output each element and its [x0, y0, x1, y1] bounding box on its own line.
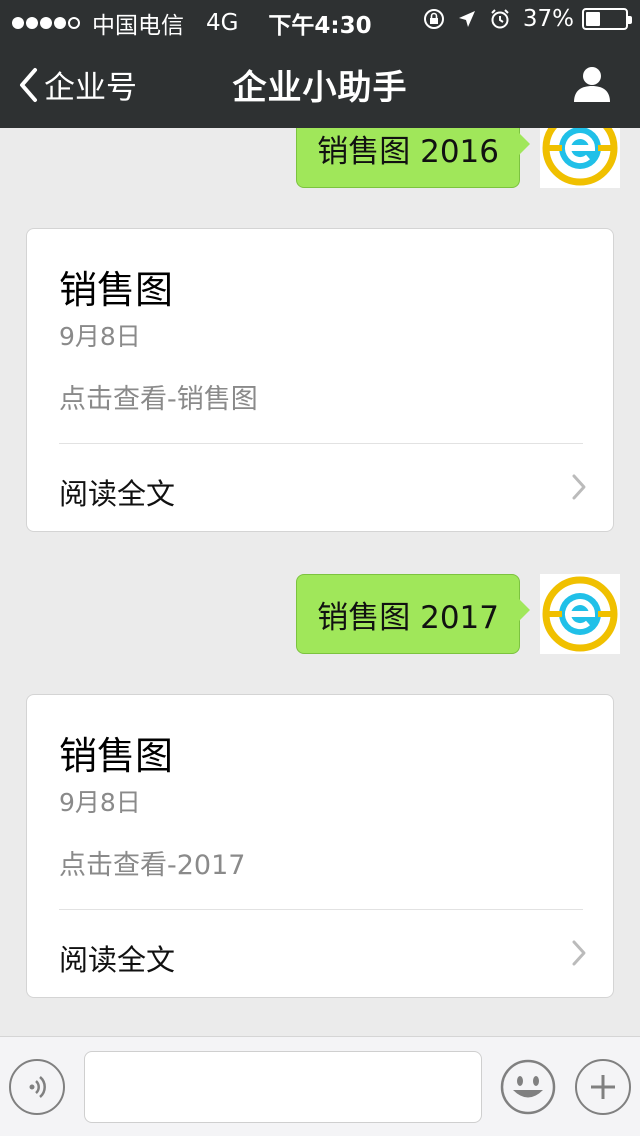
input-bar [0, 1036, 640, 1136]
outgoing-message: 销售图 2016 [296, 128, 620, 188]
chevron-right-icon [571, 473, 587, 505]
avatar[interactable] [540, 128, 620, 188]
outgoing-message: 销售图 2017 [296, 574, 620, 654]
card-description: 点击查看-销售图 [59, 384, 258, 415]
page-title: 企业小助手 [232, 68, 408, 108]
company-logo-icon [542, 576, 618, 652]
chevron-right-icon [571, 939, 587, 971]
chat-area[interactable]: 销售图 2016 销售图 9月8日 点击查看-销售图 阅读全文 销售图 2017 [0, 128, 640, 1036]
alarm-icon [489, 8, 511, 30]
message-input[interactable] [84, 1051, 482, 1123]
rotation-lock-icon [423, 8, 445, 30]
profile-button[interactable] [572, 64, 612, 108]
article-card[interactable]: 销售图 9月8日 点击查看-2017 阅读全文 [26, 694, 614, 998]
navigation-bar: 企业号 企业小助手 [0, 40, 640, 128]
card-date: 9月8日 [59, 322, 141, 351]
battery-icon [582, 8, 632, 30]
message-bubble[interactable]: 销售图 2017 [296, 574, 530, 654]
company-logo-icon [542, 128, 618, 186]
header: 中国电信 4G 下午4:30 37% 企业号 企业小助手 [0, 0, 640, 128]
card-title: 销售图 [59, 268, 174, 312]
article-card[interactable]: 销售图 9月8日 点击查看-销售图 阅读全文 [26, 228, 614, 532]
plus-icon [591, 1075, 615, 1099]
voice-button[interactable] [9, 1059, 65, 1115]
more-button[interactable] [575, 1059, 631, 1115]
location-icon [457, 9, 477, 29]
voice-icon [29, 1076, 46, 1098]
read-full-link[interactable]: 阅读全文 [59, 471, 175, 513]
card-date: 9月8日 [59, 788, 141, 817]
person-icon [574, 67, 610, 102]
card-title: 销售图 [59, 734, 174, 778]
emoji-icon [500, 1059, 556, 1115]
card-description: 点击查看-2017 [59, 850, 246, 881]
battery-percent: 37% [522, 6, 574, 32]
card-divider [59, 443, 583, 444]
read-full-link[interactable]: 阅读全文 [59, 937, 175, 979]
status-bar: 中国电信 4G 下午4:30 37% [0, 0, 640, 40]
emoji-button[interactable] [500, 1059, 556, 1115]
message-bubble[interactable]: 销售图 2016 [296, 128, 530, 188]
card-divider [59, 909, 583, 910]
avatar[interactable] [540, 574, 620, 654]
